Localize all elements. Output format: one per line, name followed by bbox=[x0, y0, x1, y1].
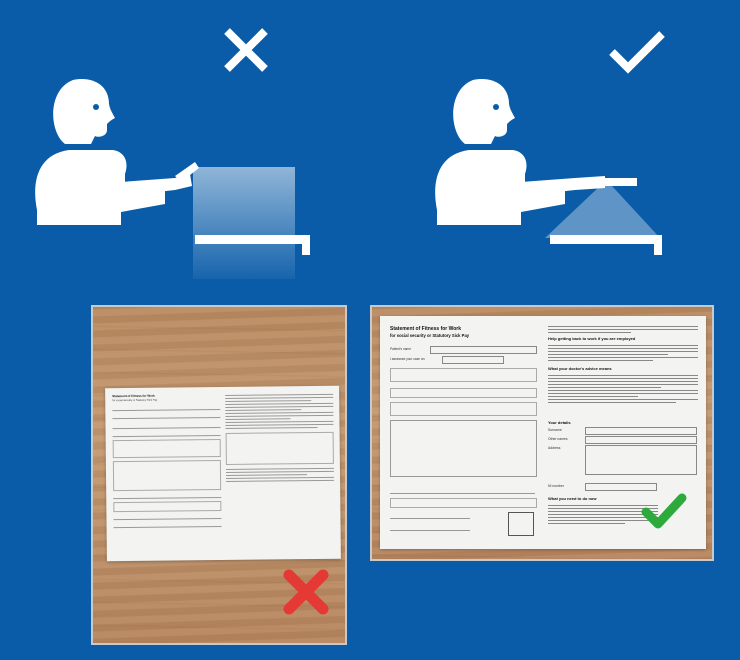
what-next-heading: What you need to do now bbox=[548, 496, 597, 501]
green-check-icon bbox=[640, 492, 688, 532]
your-details-heading: Your details bbox=[548, 420, 571, 425]
other-names-label: Other names bbox=[548, 437, 568, 441]
red-cross-icon bbox=[283, 569, 329, 615]
cross-icon bbox=[222, 26, 270, 74]
surname-label: Surname bbox=[548, 428, 562, 432]
check-icon bbox=[608, 28, 666, 74]
doc-title: Statement of Fitness for Work bbox=[112, 393, 155, 399]
correct-photo-example: Statement of Fitness for Work for social… bbox=[370, 305, 714, 561]
incorrect-photo-example: Statement of Fitness for Work for social… bbox=[91, 305, 347, 645]
doc-title-large: Statement of Fitness for Work bbox=[390, 326, 462, 332]
patient-name-label: Patient's name bbox=[390, 347, 411, 351]
assessed-case-label: I assessed your case on: bbox=[390, 357, 426, 361]
person-overhead-phone-figure bbox=[425, 70, 725, 270]
doc-subtitle-large: for social security or Statutory Sick Pa… bbox=[390, 333, 470, 338]
document-sheet: Statement of Fitness for Work for social… bbox=[105, 385, 341, 562]
angled-photo-frame bbox=[193, 167, 295, 279]
doc-subtitle: for social security or Statutory Sick Pa… bbox=[112, 398, 158, 403]
advice-heading: What your doctor's advice means bbox=[548, 366, 612, 371]
help-heading: Help getting back to work if you are emp… bbox=[548, 336, 636, 341]
address-label: Address bbox=[548, 446, 561, 450]
ni-number-label: NI number bbox=[548, 484, 564, 488]
